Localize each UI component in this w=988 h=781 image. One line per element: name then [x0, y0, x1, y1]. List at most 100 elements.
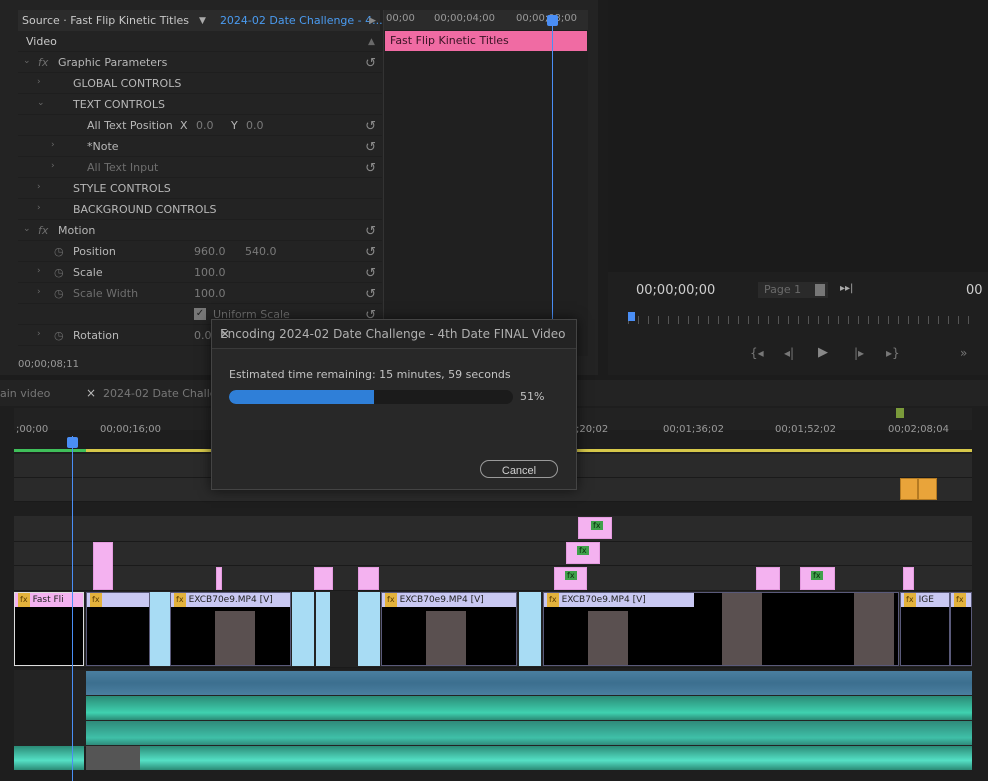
scale-value[interactable]: 100.0 — [194, 266, 226, 279]
collapse-icon[interactable]: ▲ — [368, 37, 375, 47]
effect-controls-mini-timeline[interactable]: 00;00 00;00;04;00 00;00;08;00 Fast Flip … — [383, 10, 588, 356]
stopwatch-icon[interactable]: ◷ — [54, 287, 64, 300]
video-clip[interactable] — [316, 592, 330, 666]
chevron-right-icon[interactable]: › — [37, 287, 41, 297]
title-clip[interactable]: fx — [800, 567, 835, 590]
chevron-right-icon[interactable]: › — [37, 329, 41, 339]
position-x-value[interactable]: 960.0 — [194, 245, 226, 258]
audio-clip-gap[interactable] — [86, 746, 140, 770]
background-controls-row[interactable]: › BACKGROUND CONTROLS — [18, 200, 382, 220]
audio-clip-a2[interactable] — [86, 696, 972, 720]
video-clip-excb-1[interactable]: fx EXCB70e9.MP4 [V] — [170, 592, 291, 666]
program-ruler[interactable] — [628, 316, 978, 324]
title-clip[interactable] — [314, 567, 333, 590]
chevron-right-icon[interactable]: › — [51, 161, 55, 171]
step-back-icon[interactable]: ◂| — [784, 346, 794, 360]
timeline-playhead-handle[interactable] — [67, 437, 78, 448]
ruler-tick: 00;01;52;02 — [775, 424, 837, 435]
program-timecode[interactable]: 00;00;00;00 — [636, 283, 715, 298]
video-clip-fastflip[interactable]: fx Fast Fli — [14, 592, 84, 666]
reset-icon[interactable]: ↺ — [365, 287, 376, 302]
position-y-value[interactable]: 540.0 — [245, 245, 277, 258]
title-clip[interactable] — [216, 567, 222, 590]
video-clip[interactable] — [519, 592, 541, 666]
title-clip[interactable]: fx — [566, 542, 600, 564]
reset-icon[interactable]: ↺ — [365, 266, 376, 281]
chevron-right-icon[interactable]: › — [37, 77, 41, 87]
chevron-right-icon[interactable]: › — [37, 266, 41, 276]
marker-icon[interactable] — [896, 408, 904, 418]
ruler-tick: 00;00;04;00 — [434, 13, 496, 24]
play-icon[interactable]: ▶ — [818, 345, 828, 360]
program-playhead[interactable] — [628, 312, 635, 321]
chevron-right-icon[interactable]: › — [37, 203, 41, 213]
graphic-parameters-row[interactable]: ⌄ fx Graphic Parameters ↺ — [18, 53, 382, 73]
chevron-right-icon[interactable]: › — [51, 140, 55, 150]
effect-controls-timecode[interactable]: 00;00;08;11 — [18, 359, 79, 370]
video-clip[interactable] — [150, 592, 170, 666]
title-clip[interactable] — [358, 567, 379, 590]
title-clip[interactable]: Fast Flip Kinetic Titles — [385, 31, 587, 51]
tab-sequence[interactable]: 2024-02 Date Challenge - 4... — [210, 14, 387, 27]
page-stepper-icon[interactable] — [815, 284, 825, 296]
cancel-button[interactable]: Cancel — [480, 460, 558, 478]
mark-out-icon[interactable]: ▸} — [886, 346, 900, 360]
graphic-clip[interactable] — [900, 478, 918, 500]
reset-icon[interactable]: ↺ — [365, 56, 376, 71]
style-controls-row[interactable]: › STYLE CONTROLS — [18, 179, 382, 199]
stopwatch-icon[interactable]: ◷ — [54, 245, 64, 258]
title-clip[interactable] — [756, 567, 780, 590]
step-forward-icon[interactable]: |▸ — [854, 346, 864, 360]
title-clip[interactable]: fx — [578, 517, 612, 539]
video-clip[interactable] — [358, 592, 380, 666]
reset-icon[interactable]: ↺ — [365, 161, 376, 176]
reset-icon[interactable]: ↺ — [365, 224, 376, 239]
playhead-handle[interactable] — [547, 15, 558, 26]
tab-main-video[interactable]: ain video — [0, 387, 50, 400]
chevron-down-icon[interactable]: ▼ — [195, 16, 210, 26]
chevron-down-icon[interactable]: ⌄ — [37, 98, 45, 108]
x-value[interactable]: 0.0 — [196, 119, 214, 132]
audio-clip-a1[interactable] — [86, 671, 972, 695]
audio-clip-music[interactable] — [14, 746, 84, 770]
all-text-input-row[interactable]: › All Text Input ↺ — [18, 158, 382, 178]
more-icon[interactable]: » — [960, 346, 967, 360]
audio-clip-music[interactable] — [140, 746, 972, 770]
global-controls-row[interactable]: › GLOBAL CONTROLS — [18, 74, 382, 94]
uniform-scale-checkbox[interactable]: ✓ — [194, 308, 206, 320]
video-clip-excb-2[interactable]: fx EXCB70e9.MP4 [V] — [381, 592, 517, 666]
reset-icon[interactable]: ↺ — [365, 140, 376, 155]
note-row[interactable]: › *Note ↺ — [18, 137, 382, 157]
video-clip[interactable]: fx — [950, 592, 972, 666]
title-clip[interactable] — [93, 542, 113, 590]
chevron-down-icon[interactable]: ⌄ — [23, 224, 31, 234]
graphic-clip[interactable] — [918, 478, 937, 500]
rotation-value[interactable]: 0.0 — [194, 329, 212, 342]
y-value[interactable]: 0.0 — [246, 119, 264, 132]
scale-width-value[interactable]: 100.0 — [194, 287, 226, 300]
playhead-line[interactable] — [552, 16, 553, 356]
tab-close-icon[interactable]: × — [86, 386, 96, 400]
title-clip[interactable] — [903, 567, 914, 590]
stopwatch-icon[interactable]: ◷ — [54, 266, 64, 279]
timeline-playhead-line[interactable] — [72, 436, 73, 781]
audio-clip-a3[interactable] — [86, 721, 972, 745]
video-clip[interactable] — [292, 592, 314, 666]
video-clip[interactable]: fx — [86, 592, 150, 666]
video-clip-ige[interactable]: fx IGE — [900, 592, 950, 666]
title-clip[interactable]: fx — [554, 567, 587, 590]
text-controls-row[interactable]: ⌄ TEXT CONTROLS — [18, 95, 382, 115]
chevron-down-icon[interactable]: ⌄ — [23, 56, 31, 66]
mark-in-icon[interactable]: {◂ — [750, 346, 764, 360]
motion-row[interactable]: ⌄ fx Motion ↺ — [18, 221, 382, 241]
forward-icon[interactable]: ▸▸| — [840, 283, 853, 294]
chevron-right-icon[interactable]: › — [37, 182, 41, 192]
close-icon[interactable]: ✕ — [220, 327, 568, 341]
play-only-icon[interactable]: ▶ — [369, 16, 376, 26]
stopwatch-icon[interactable]: ◷ — [54, 329, 64, 342]
reset-icon[interactable]: ↺ — [365, 245, 376, 260]
video-clip-excb-3[interactable]: fx EXCB70e9.MP4 [V] — [543, 592, 899, 666]
tab-source[interactable]: Source · Fast Flip Kinetic Titles — [18, 14, 195, 27]
reset-icon[interactable]: ↺ — [365, 119, 376, 134]
tab-sequence[interactable]: 2024-02 Date Challen — [103, 387, 224, 400]
